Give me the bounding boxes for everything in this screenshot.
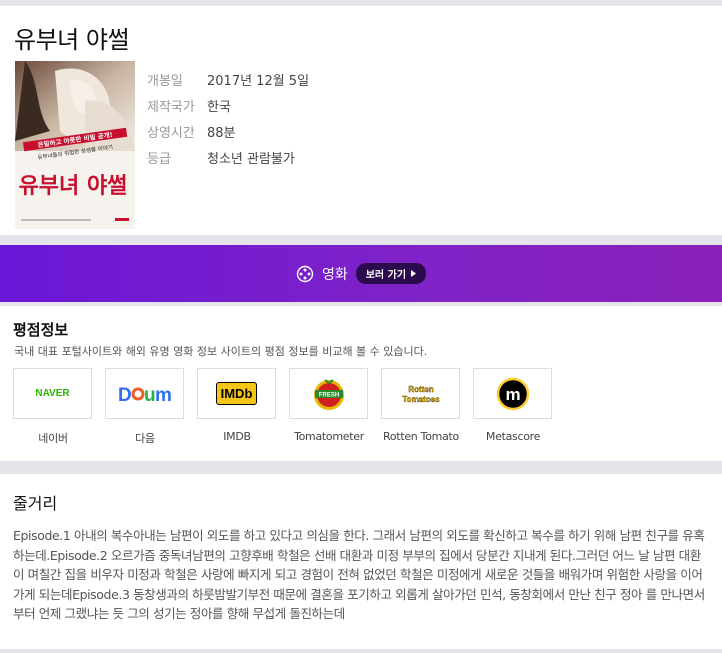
svg-text:m: m (505, 385, 520, 404)
info-key: 제작국가 (147, 99, 195, 115)
naver-logo[interactable]: NAVER (13, 368, 92, 419)
watch-banner[interactable]: 영화 보러 가기 (0, 245, 722, 302)
film-reel-icon (296, 265, 314, 282)
tomatometer-logo[interactable]: FRESH (289, 368, 368, 419)
metacritic-icon: m (496, 377, 529, 410)
info-row-rating: 등급 청소년 관람불가 (147, 144, 309, 170)
site-daum[interactable]: D u m 다음 (105, 368, 185, 446)
rating-sites: NAVER 네이버 D u m 다음 IMDb IMDB FRESH Tomat… (13, 368, 565, 446)
plot-title: 줄거리 (13, 494, 58, 513)
info-key: 개봉일 (147, 73, 183, 89)
info-row-country: 제작국가 한국 (147, 92, 309, 118)
svg-text:FRESH: FRESH (318, 392, 338, 398)
movie-poster[interactable]: 은밀하고 야릇한 비밀 공개! 유부녀들의 위험한 성생활 이야기 유부녀 야썰 (15, 61, 135, 229)
watch-button-label: 보러 가기 (365, 270, 407, 281)
site-name: 네이버 (38, 432, 68, 445)
site-name: Rotten Tomato (383, 430, 459, 443)
imdb-logo[interactable]: IMDb (197, 368, 276, 419)
site-name: 다음 (135, 432, 155, 445)
svg-text:D: D (118, 385, 132, 405)
info-row-release: 개봉일 2017년 12월 5일 (147, 66, 309, 92)
site-rotten-tomatoes[interactable]: Rotten Tomatoes Rotten Tomato (381, 368, 461, 446)
info-value: 청소년 관람불가 (207, 151, 295, 167)
svg-text:Rotten: Rotten (408, 385, 433, 394)
poster-logo: 유부녀 야썰 (19, 173, 128, 199)
site-imdb[interactable]: IMDb IMDB (197, 368, 277, 446)
rotten-tomatoes-logo[interactable]: Rotten Tomatoes (381, 368, 460, 419)
daum-logo-icon: D u m (118, 385, 172, 405)
daum-logo[interactable]: D u m (105, 368, 184, 419)
info-row-runtime: 상영시간 88분 (147, 118, 309, 144)
poster-image-icon: 은밀하고 야릇한 비밀 공개! 유부녀들의 위험한 성생활 이야기 유부녀 야썰 (15, 61, 135, 229)
rotten-tomatoes-icon: Rotten Tomatoes (402, 384, 440, 404)
info-value: 한국 (207, 99, 231, 115)
banner-label: 영화 (321, 266, 348, 283)
watch-banner-card: 영화 보러 가기 (0, 245, 722, 302)
ratings-description: 국내 대표 포털사이트와 해외 유명 영화 정보 사이트의 평점 정보를 비교해… (14, 345, 428, 358)
plot-card: 줄거리 Episode.1 아내의 복수아내는 남편이 외도를 하고 있다고 의… (0, 474, 722, 649)
fresh-badge-icon: FRESH (313, 378, 344, 410)
site-tomatometer[interactable]: FRESH Tomatometer (289, 368, 369, 446)
info-value: 88분 (207, 125, 236, 141)
site-name: Tomatometer (294, 430, 364, 443)
movie-title: 유부녀 야썰 (14, 26, 130, 54)
plot-text: Episode.1 아내의 복수아내는 남편이 외도를 하고 있다고 의심을 한… (13, 528, 705, 621)
info-key: 등급 (147, 151, 171, 167)
metacritic-logo[interactable]: m (473, 368, 552, 419)
ratings-title: 평점정보 (13, 321, 69, 339)
imdb-logo-text: IMDb (215, 382, 258, 405)
site-name: Metascore (485, 430, 541, 443)
info-value: 2017년 12월 5일 (207, 73, 310, 89)
svg-text:Tomatoes: Tomatoes (402, 395, 440, 404)
movie-header-card: 유부녀 야썰 은밀하고 야릇한 비밀 공개! 유부녀들의 위험한 성생활 이야기… (0, 6, 722, 235)
chevron-right-icon (411, 270, 417, 277)
svg-text:m: m (155, 385, 172, 405)
movie-info-list: 개봉일 2017년 12월 5일 제작국가 한국 상영시간 88분 등급 청소년… (147, 66, 309, 170)
naver-logo-text: NAVER (35, 388, 70, 399)
site-metascore[interactable]: m Metascore (473, 368, 553, 446)
watch-button[interactable]: 보러 가기 (355, 263, 427, 284)
info-key: 상영시간 (147, 125, 195, 141)
site-naver[interactable]: NAVER 네이버 (13, 368, 93, 446)
svg-text:u: u (144, 385, 156, 405)
site-name: IMDB (223, 430, 251, 443)
ratings-card: 평점정보 국내 대표 포털사이트와 해외 유명 영화 정보 사이트의 평점 정보… (0, 306, 722, 461)
